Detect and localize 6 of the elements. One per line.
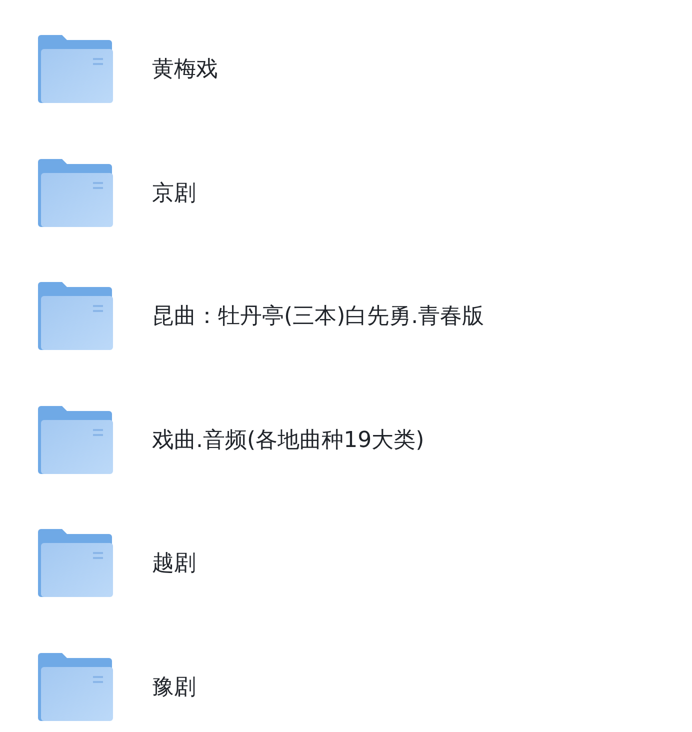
folder-name[interactable]: 豫剧: [152, 672, 196, 702]
folder-name[interactable]: 戏曲.音频(各地曲种19大类): [152, 424, 424, 454]
folder-name[interactable]: 京剧: [152, 178, 196, 208]
folder-name[interactable]: 越剧: [152, 548, 196, 578]
folder-name[interactable]: 黄梅戏: [152, 54, 218, 84]
folder-name[interactable]: 昆曲：牡丹亭(三本)白先勇.青春版: [152, 301, 484, 331]
